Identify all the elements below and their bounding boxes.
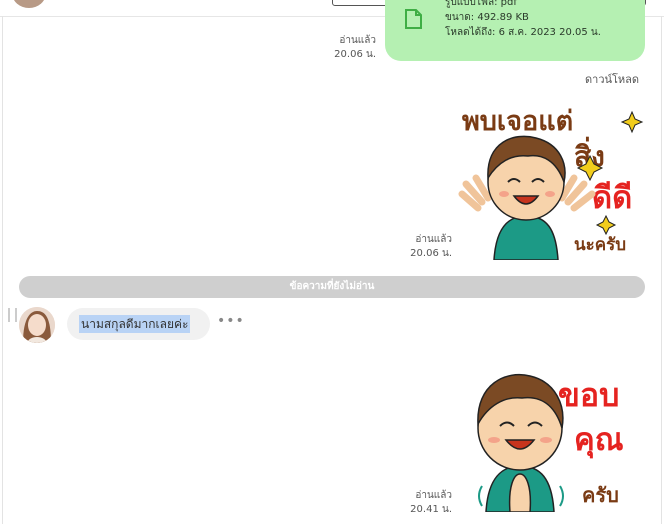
file-size: ขนาด: 492.89 KB [445, 12, 529, 23]
sticker-thank-you[interactable]: ขอบ คุณ ครับ [458, 362, 646, 512]
sticker-text-line-4: นะครับ [574, 235, 626, 255]
message-time: 20.06 น. [334, 49, 376, 60]
message-time: 20.06 น. [410, 248, 452, 259]
file-icon [405, 9, 422, 29]
drag-handle-icon[interactable] [8, 308, 17, 322]
download-link[interactable]: ดาวน์โหลด [585, 70, 639, 88]
incoming-message-bubble[interactable]: นามสกุลดีมากเลยค่ะ [67, 308, 210, 340]
sticker-text-line-1: พบเจอแต่ [462, 106, 573, 137]
file-expiry: โหลดได้ถึง: 6 ส.ค. 2023 20.05 น. [445, 27, 601, 38]
header-avatar[interactable] [12, 0, 46, 8]
read-status: อ่านแล้ว [415, 234, 452, 245]
message-time: 20.41 น. [410, 504, 452, 515]
sticker-text-line-2: คุณ [574, 422, 624, 459]
sticker-text-line-1: ขอบ [558, 376, 619, 414]
message-text[interactable]: นามสกุลดีมากเลยค่ะ [79, 315, 191, 333]
read-status: อ่านแล้ว [339, 35, 376, 46]
avatar-photo [19, 307, 55, 343]
file-message-bubble[interactable]: รูปแบบไฟล์: pdf ขนาด: 492.89 KB โหลดได้ถ… [385, 0, 645, 61]
sticker-text-line-3: ดีดี [592, 180, 632, 216]
sticker2-read-receipt: อ่านแล้ว 20.41 น. [400, 489, 452, 517]
file-read-receipt: อ่านแล้ว 20.06 น. [326, 34, 376, 62]
avatar[interactable] [19, 307, 55, 343]
read-status: อ่านแล้ว [415, 490, 452, 501]
file-type: รูปแบบไฟล์: pdf [445, 0, 517, 8]
more-horizontal-icon[interactable]: ••• [217, 313, 245, 329]
sticker-good-things[interactable]: พบเจอแต่ สิ่ง ดีดี นะครับ [458, 98, 646, 260]
file-details: รูปแบบไฟล์: pdf ขนาด: 492.89 KB โหลดได้ถ… [445, 0, 601, 40]
unread-messages-divider: ข้อความที่ยังไม่อ่าน [19, 276, 645, 298]
sticker1-read-receipt: อ่านแล้ว 20.06 น. [400, 233, 452, 261]
sticker-text-line-3: ครับ [582, 483, 619, 507]
